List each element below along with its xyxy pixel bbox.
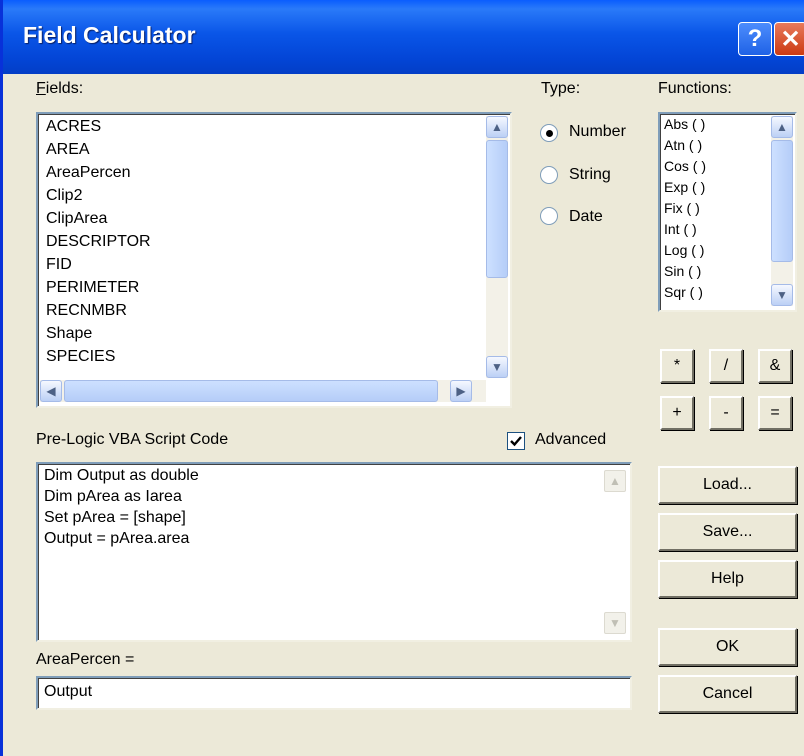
scroll-down-icon: ▼ — [604, 612, 626, 634]
multiply-operator-button[interactable]: * — [660, 349, 694, 383]
concatenate-operator-button[interactable]: & — [758, 349, 792, 383]
code-line: Dim Output as double — [44, 467, 199, 484]
fields-horizontal-scrollbar[interactable]: ◀ ▶ — [40, 380, 486, 402]
divide-operator-button[interactable]: / — [709, 349, 743, 383]
type-string-radio[interactable] — [540, 166, 558, 184]
list-item[interactable]: Clip2 — [46, 187, 82, 205]
operator-label: / — [723, 357, 729, 374]
list-item[interactable]: DESCRIPTOR — [46, 233, 151, 251]
list-item[interactable]: Shape — [46, 325, 92, 343]
question-icon: ? — [747, 25, 763, 52]
script-code-label: Pre-Logic VBA Script Code — [36, 431, 229, 448]
scroll-down-icon[interactable]: ▼ — [771, 284, 793, 306]
scroll-up-icon[interactable]: ▲ — [771, 116, 793, 138]
checkmark-icon — [510, 436, 522, 447]
expression-text: Output — [44, 683, 93, 700]
help-title-button[interactable]: ? — [738, 22, 772, 56]
list-item[interactable]: Atn ( ) — [664, 137, 702, 153]
field-calculator-dialog: Field Calculator ? ✕ Fields: ACRES AREA … — [0, 0, 804, 756]
list-item[interactable]: Cos ( ) — [664, 158, 706, 174]
scroll-thumb[interactable] — [771, 140, 793, 262]
functions-vertical-scrollbar[interactable]: ▲ ▼ — [771, 116, 793, 306]
radio-selected-dot — [546, 130, 553, 137]
save-button-label: Save... — [702, 523, 753, 540]
advanced-label[interactable]: Advanced — [535, 431, 606, 449]
load-button-label: Load... — [703, 476, 752, 493]
operator-label: - — [723, 404, 729, 421]
type-number-radio[interactable] — [540, 124, 558, 142]
help-button[interactable]: Help — [658, 560, 797, 598]
fields-label-text: ields: — [45, 80, 84, 97]
help-button-label: Help — [711, 570, 744, 587]
scroll-right-icon[interactable]: ▶ — [450, 380, 472, 402]
type-number-label[interactable]: Number — [569, 123, 626, 141]
assign-field-label: AreaPercen = — [36, 651, 135, 668]
list-item[interactable]: ACRES — [46, 118, 101, 136]
load-button[interactable]: Load... — [658, 466, 797, 504]
scroll-thumb[interactable] — [486, 140, 508, 278]
code-line: Output = pArea.area — [44, 530, 190, 547]
ok-button-label: OK — [715, 638, 740, 655]
type-label: Type: — [541, 80, 581, 97]
scroll-left-icon[interactable]: ◀ — [40, 380, 62, 402]
script-code-editor[interactable]: Dim Output as double Dim pArea as Iarea … — [36, 462, 632, 642]
ok-button[interactable]: OK — [658, 628, 797, 666]
list-item[interactable]: Sqr ( ) — [664, 284, 703, 300]
title-bar[interactable]: Field Calculator ? ✕ — [3, 0, 804, 74]
list-item[interactable]: Abs ( ) — [664, 116, 705, 132]
functions-label: Functions: — [658, 80, 732, 97]
window-title: Field Calculator — [23, 22, 196, 48]
functions-list[interactable]: Abs ( ) Atn ( ) Cos ( ) Exp ( ) Fix ( ) … — [658, 112, 797, 312]
save-button[interactable]: Save... — [658, 513, 797, 551]
list-item[interactable]: AreaPercen — [46, 164, 131, 182]
list-item[interactable]: PERIMETER — [46, 279, 139, 297]
close-button[interactable]: ✕ — [774, 22, 804, 56]
add-operator-button[interactable]: + — [660, 396, 694, 430]
fields-vertical-scrollbar[interactable]: ▲ ▼ — [486, 116, 508, 378]
operator-label: & — [769, 357, 781, 374]
fields-label-mnemonic: F — [36, 80, 46, 97]
type-string-label[interactable]: String — [569, 166, 611, 184]
list-item[interactable]: RECNMBR — [46, 302, 127, 320]
scroll-down-icon[interactable]: ▼ — [486, 356, 508, 378]
code-line: Dim pArea as Iarea — [44, 488, 182, 505]
fields-label: Fields: — [36, 80, 83, 98]
equals-operator-button[interactable]: = — [758, 396, 792, 430]
operator-label: = — [770, 404, 780, 421]
cancel-button[interactable]: Cancel — [658, 675, 797, 713]
list-item[interactable]: SPECIES — [46, 348, 115, 366]
operator-label: + — [672, 404, 682, 421]
close-icon: ✕ — [780, 25, 801, 53]
scroll-up-icon[interactable]: ▲ — [486, 116, 508, 138]
list-item[interactable]: ClipArea — [46, 210, 107, 228]
scroll-thumb[interactable] — [64, 380, 438, 402]
type-date-label[interactable]: Date — [569, 208, 603, 226]
list-item[interactable]: Exp ( ) — [664, 179, 705, 195]
subtract-operator-button[interactable]: - — [709, 396, 743, 430]
code-line: Set pArea = [shape] — [44, 509, 186, 526]
type-date-radio[interactable] — [540, 207, 558, 225]
expression-input[interactable]: Output — [36, 676, 632, 710]
scroll-up-icon: ▲ — [604, 470, 626, 492]
fields-list[interactable]: ACRES AREA AreaPercen Clip2 ClipArea DES… — [36, 112, 512, 408]
list-item[interactable]: FID — [46, 256, 72, 274]
cancel-button-label: Cancel — [702, 685, 753, 702]
list-item[interactable]: Log ( ) — [664, 242, 704, 258]
list-item[interactable]: AREA — [46, 141, 90, 159]
operator-label: * — [673, 357, 681, 374]
list-item[interactable]: Fix ( ) — [664, 200, 700, 216]
list-item[interactable]: Int ( ) — [664, 221, 697, 237]
list-item[interactable]: Sin ( ) — [664, 263, 701, 279]
advanced-checkbox[interactable] — [507, 432, 525, 450]
